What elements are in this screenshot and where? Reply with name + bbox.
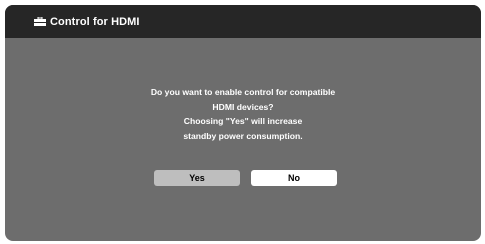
toolbox-icon xyxy=(34,17,46,26)
dialog-message: Do you want to enable control for compat… xyxy=(5,85,481,143)
title-bar: Control for HDMI xyxy=(5,5,481,38)
yes-button[interactable]: Yes xyxy=(154,170,240,186)
message-line: Choosing "Yes" will increase xyxy=(183,116,303,126)
hdmi-control-dialog: Control for HDMI Do you want to enable c… xyxy=(5,5,481,241)
message-line: Do you want to enable control for compat… xyxy=(150,87,336,97)
message-line: HDMI devices? xyxy=(212,101,274,112)
dialog-title: Control for HDMI xyxy=(50,15,140,28)
message-line: standby power consumption. xyxy=(183,130,303,141)
no-button[interactable]: No xyxy=(251,170,337,186)
